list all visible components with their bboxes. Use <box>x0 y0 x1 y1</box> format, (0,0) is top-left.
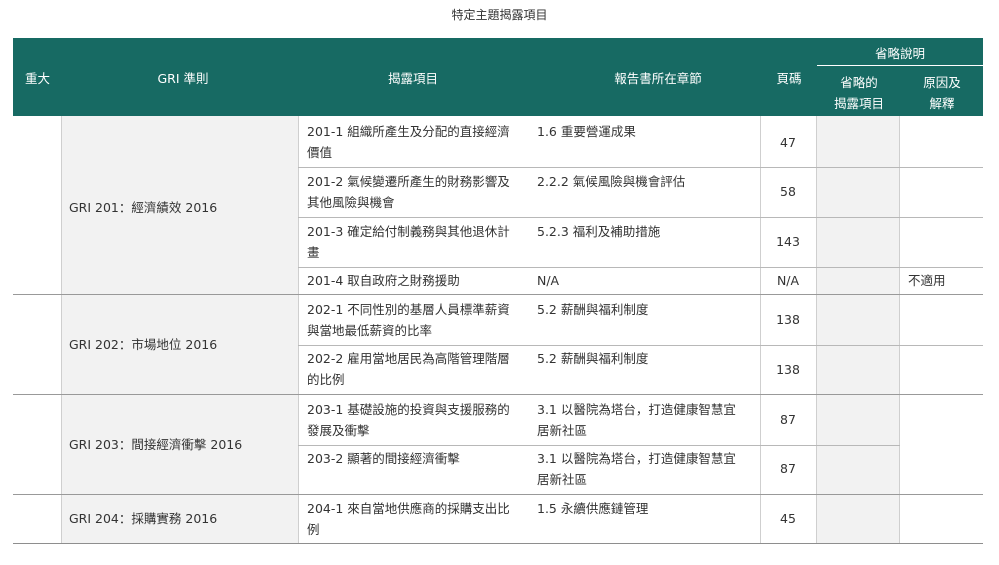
disclosure-line: 201-3 確定給付制義務與其他退休計 <box>307 224 510 239</box>
disclosure-cell: 202-2 雇用當地居民為高階管理階層 的比例 <box>307 348 532 390</box>
header-omitted-item-2: 揭露項目 <box>833 96 884 111</box>
disclosure-cell: 201-2 氣候變遷所產生的財務影響及 其他風險與機會 <box>307 171 532 213</box>
row-rule <box>298 445 900 446</box>
row-rule <box>298 345 983 346</box>
chapter-cell: 3.1 以醫院為塔台，打造健康智慧宜 居新社區 <box>537 448 759 490</box>
table-bottom-rule <box>13 543 983 544</box>
table-header: 重大 GRI 準則 揭露項目 報告書所在章節 頁碼 省略說明 省略的 揭露項目 … <box>13 38 983 116</box>
chapter-cell: 2.2.2 氣候風險與機會評估 <box>537 174 686 189</box>
page-cell: 45 <box>780 511 796 526</box>
page-cell: 47 <box>780 135 796 150</box>
disclosure-cell: 203-1 基礎設施的投資與支援服務的 發展及衝擊 <box>307 399 532 441</box>
disclosure-cell: 203-2 顯著的間接經濟衝擊 <box>307 448 532 469</box>
disclosure-line: 例 <box>307 522 320 537</box>
chapter-cell: 3.1 以醫院為塔台，打造健康智慧宜 居新社區 <box>537 399 759 441</box>
disclosure-line: 發展及衝擊 <box>307 423 370 438</box>
header-material: 重大 <box>25 71 51 86</box>
reason-cell: 不適用 <box>908 273 946 288</box>
chapter-cell: 1.5 永續供應鏈管理 <box>537 501 649 516</box>
page-cell: 87 <box>780 461 796 476</box>
column-rule <box>298 116 299 544</box>
chapter-cell: 5.2 薪酬與福利制度 <box>537 351 649 366</box>
disclosure-line: 的比例 <box>307 372 345 387</box>
gri-cell-shade <box>61 116 298 544</box>
disclosure-cell: 201-1 組織所產生及分配的直接經濟 價值 <box>307 121 532 163</box>
column-rule <box>816 116 817 544</box>
page-cell: 138 <box>776 312 800 327</box>
header-page: 頁碼 <box>776 71 802 86</box>
disclosure-cell: 201-4 取自政府之財務援助 <box>307 270 532 291</box>
chapter-line: 3.1 以醫院為塔台，打造健康智慧宜 <box>537 402 736 417</box>
chapter-line: 居新社區 <box>537 423 588 438</box>
chapter-cell: N/A <box>537 273 560 288</box>
header-gri: GRI 準則 <box>157 71 209 86</box>
disclosure-cell: 202-1 不同性別的基層人員標準薪資 與當地最低薪資的比率 <box>307 299 532 341</box>
disclosure-line: 201-1 組織所產生及分配的直接經濟 <box>307 124 510 139</box>
group-rule <box>13 494 983 495</box>
chapter-cell: 5.2 薪酬與福利制度 <box>537 302 649 317</box>
row-rule <box>298 167 983 168</box>
column-rule <box>61 116 62 544</box>
header-reason-1: 原因及 <box>923 75 961 90</box>
header-divider <box>817 65 983 66</box>
disclosure-line: 202-1 不同性別的基層人員標準薪資 <box>307 302 510 317</box>
header-disclosure: 揭露項目 <box>387 71 438 86</box>
disclosure-line: 201-2 氣候變遷所產生的財務影響及 <box>307 174 510 189</box>
chapter-line: 3.1 以醫院為塔台，打造健康智慧宜 <box>537 451 736 466</box>
page-cell: 138 <box>776 362 800 377</box>
header-reason-2: 解釋 <box>929 96 955 111</box>
group-rule <box>13 294 983 295</box>
group-rule <box>13 394 983 395</box>
disclosure-line: 201-4 取自政府之財務援助 <box>307 273 460 288</box>
row-rule <box>298 267 983 268</box>
omitted-cell-shade <box>816 116 899 544</box>
disclosure-cell: 201-3 確定給付制義務與其他退休計 畫 <box>307 221 532 263</box>
gri-standard-202: GRI 202：市場地位 2016 <box>69 337 218 352</box>
row-rule <box>298 217 983 218</box>
gri-standard-201: GRI 201：經濟績效 2016 <box>69 200 218 215</box>
header-chapter: 報告書所在章節 <box>614 71 702 86</box>
gri-standard-204: GRI 204：採購實務 2016 <box>69 511 218 526</box>
disclosure-line: 204-1 來自當地供應商的採購支出比 <box>307 501 510 516</box>
column-rule <box>899 116 900 544</box>
header-omission: 省略說明 <box>874 46 925 61</box>
disclosure-line: 價值 <box>307 145 333 160</box>
disclosure-line: 畫 <box>307 245 320 260</box>
disclosure-cell: 204-1 來自當地供應商的採購支出比 例 <box>307 498 532 540</box>
page-cell: 58 <box>780 184 796 199</box>
page-title: 特定主題揭露項目 <box>451 8 548 22</box>
page-cell: 87 <box>780 412 796 427</box>
disclosure-line: 203-1 基礎設施的投資與支援服務的 <box>307 402 510 417</box>
disclosure-line: 與當地最低薪資的比率 <box>307 323 433 338</box>
disclosure-line: 其他風險與機會 <box>307 195 395 210</box>
chapter-cell: 1.6 重要營運成果 <box>537 124 636 139</box>
gri-standard-203: GRI 203：間接經濟衝擊 2016 <box>69 437 243 452</box>
disclosure-line: 203-2 顯著的間接經濟衝擊 <box>307 451 460 466</box>
disclosure-line: 202-2 雇用當地居民為高階管理階層 <box>307 351 510 366</box>
chapter-cell: 5.2.3 福利及補助措施 <box>537 224 661 239</box>
page-cell: N/A <box>776 273 800 288</box>
header-omitted-item-1: 省略的 <box>840 75 878 90</box>
chapter-line: 居新社區 <box>537 472 588 487</box>
page-cell: 143 <box>776 234 800 249</box>
